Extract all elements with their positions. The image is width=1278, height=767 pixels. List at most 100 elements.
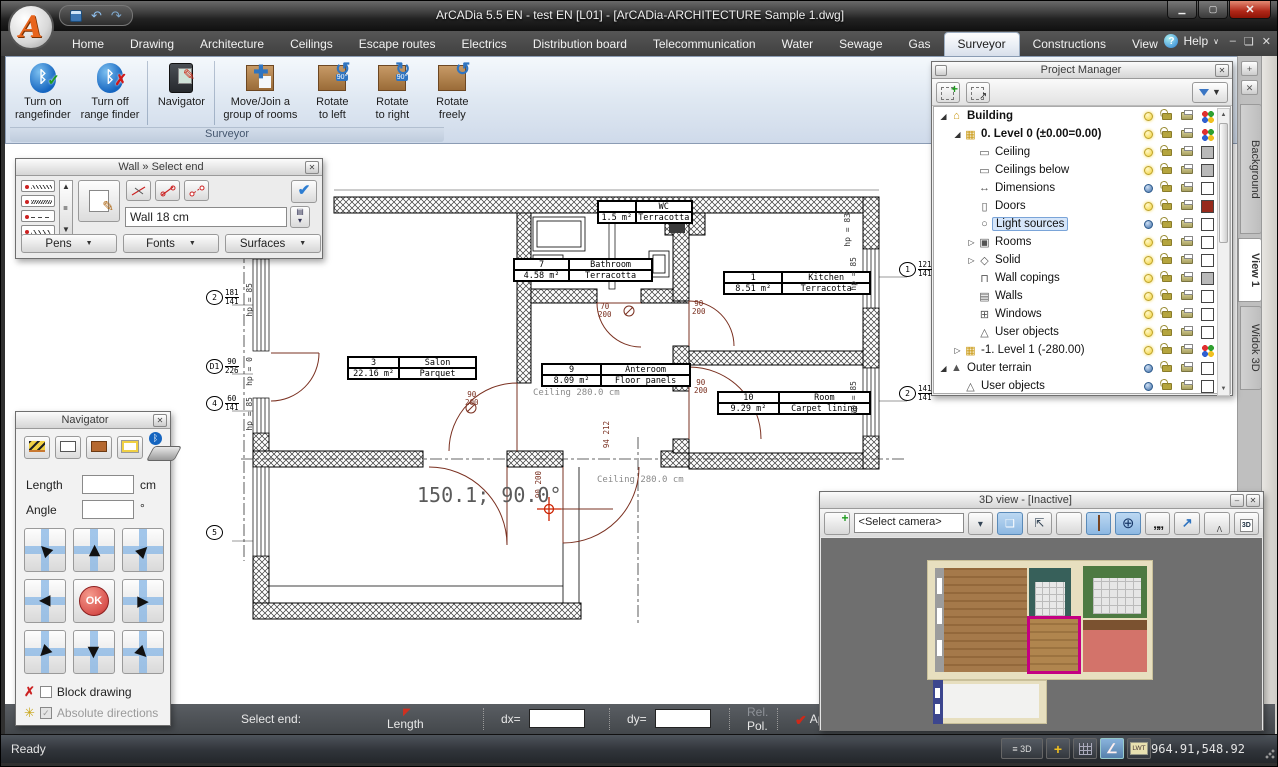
tab-constructions[interactable]: Constructions bbox=[1020, 33, 1119, 56]
rotate-button[interactable]: Rotate to left bbox=[302, 59, 362, 127]
lock-icon[interactable] bbox=[1162, 185, 1172, 192]
turn-off-button[interactable]: Turn off range finder bbox=[76, 59, 145, 127]
printer-icon[interactable] bbox=[1181, 148, 1193, 156]
lock-icon[interactable] bbox=[1162, 113, 1172, 120]
printer-icon[interactable] bbox=[1181, 346, 1193, 354]
collapsed-icon[interactable]: ▷ bbox=[966, 256, 977, 265]
tree-row-outer-terrain[interactable]: ◢▲Outer terrain bbox=[934, 359, 1230, 377]
lock-icon[interactable] bbox=[1162, 257, 1172, 264]
arrow-down-button[interactable]: ▶ bbox=[73, 630, 115, 674]
pan-button[interactable] bbox=[997, 512, 1023, 535]
resize-grip[interactable] bbox=[1264, 748, 1276, 760]
style-spinner[interactable]: ▲≣▼ bbox=[59, 180, 73, 236]
walk-button[interactable] bbox=[1145, 512, 1171, 535]
tab-water[interactable]: Water bbox=[769, 33, 827, 56]
tree-row-user-objects[interactable]: △User objects bbox=[934, 377, 1230, 394]
fonts-dropdown[interactable]: Fonts▼ bbox=[123, 234, 219, 253]
visibility-bulb-icon[interactable] bbox=[1144, 292, 1153, 301]
lock-icon[interactable] bbox=[1162, 221, 1172, 228]
zoomline-button[interactable] bbox=[1027, 512, 1053, 535]
lock-icon[interactable] bbox=[1162, 167, 1172, 174]
visibility-bulb-icon[interactable] bbox=[1144, 166, 1153, 175]
tree-row-windows[interactable]: ⊞Windows bbox=[934, 305, 1230, 323]
trim-tool-button[interactable] bbox=[126, 180, 151, 201]
panel-menu-icon[interactable] bbox=[935, 65, 947, 76]
layer-color-box[interactable] bbox=[1201, 218, 1214, 231]
redo-icon[interactable]: ↷ bbox=[111, 9, 122, 22]
lwt-toggle[interactable] bbox=[1127, 738, 1151, 759]
angle-toggle[interactable] bbox=[1100, 738, 1124, 759]
close-icon[interactable]: ✕ bbox=[305, 161, 319, 174]
printer-icon[interactable] bbox=[1181, 238, 1193, 246]
visibility-bulb-icon[interactable] bbox=[1144, 220, 1153, 229]
arrow-up-right-button[interactable]: ▶ bbox=[122, 528, 164, 572]
arrow-up-left-button[interactable]: ▶ bbox=[24, 528, 66, 572]
tab-gas[interactable]: Gas bbox=[896, 33, 944, 56]
colors-button[interactable] bbox=[1056, 512, 1082, 535]
segment-tool-button[interactable] bbox=[184, 180, 209, 201]
rel-button[interactable]: Rel. bbox=[747, 705, 768, 719]
tab-sewage[interactable]: Sewage bbox=[826, 33, 895, 56]
printer-icon[interactable] bbox=[1181, 328, 1193, 336]
dy-input[interactable] bbox=[655, 709, 711, 728]
doc-close-icon[interactable]: ✕ bbox=[1262, 35, 1271, 48]
lock-icon[interactable] bbox=[1162, 311, 1172, 318]
grid-toggle[interactable] bbox=[1073, 738, 1097, 759]
layer-color-box[interactable] bbox=[1201, 362, 1214, 375]
printer-icon[interactable] bbox=[1181, 112, 1193, 120]
printer-icon[interactable] bbox=[1181, 202, 1193, 210]
visibility-bulb-icon[interactable] bbox=[1144, 274, 1153, 283]
expanded-icon[interactable]: ◢ bbox=[938, 112, 949, 121]
view-tab-background[interactable]: Background bbox=[1240, 104, 1262, 234]
turn-on-button[interactable]: Turn on rangefinder bbox=[10, 59, 76, 127]
arrow-down-right-button[interactable]: ▶ bbox=[122, 630, 164, 674]
window-tool-button[interactable] bbox=[55, 436, 81, 459]
lock-icon[interactable] bbox=[1162, 293, 1172, 300]
room-tool-button[interactable] bbox=[117, 436, 143, 459]
spin-button[interactable] bbox=[968, 512, 994, 535]
minimize-icon[interactable]: – bbox=[1230, 494, 1244, 507]
printer-icon[interactable] bbox=[1181, 184, 1193, 192]
layer-color-box[interactable] bbox=[1201, 254, 1214, 267]
arrow-right-button[interactable]: ▶ bbox=[122, 579, 164, 623]
extend-tool-button[interactable] bbox=[155, 180, 180, 201]
pol-button[interactable]: Pol. bbox=[747, 719, 768, 733]
layer-color-box[interactable] bbox=[1201, 200, 1214, 213]
close-icon[interactable]: ✕ bbox=[1215, 64, 1229, 77]
help-menu[interactable]: ? Help ∨ bbox=[1164, 34, 1219, 48]
tab-view[interactable]: View bbox=[1119, 33, 1171, 56]
layer-color-box[interactable] bbox=[1201, 236, 1214, 249]
visibility-bulb-icon[interactable] bbox=[1144, 328, 1153, 337]
save-icon[interactable] bbox=[70, 10, 82, 22]
visibility-bulb-icon[interactable] bbox=[1144, 112, 1153, 121]
printer-icon[interactable] bbox=[1181, 130, 1193, 138]
tree-row-building[interactable]: ◢⌂Building bbox=[934, 107, 1230, 125]
dx-input[interactable] bbox=[529, 709, 585, 728]
view3d-viewport[interactable] bbox=[821, 538, 1262, 730]
wall-type-picker-button[interactable]: ▤▾ bbox=[290, 206, 310, 228]
visibility-bulb-icon[interactable] bbox=[1144, 346, 1153, 355]
visibility-bulb-icon[interactable] bbox=[1144, 148, 1153, 157]
expanded-icon[interactable]: ◢ bbox=[938, 364, 949, 373]
add-element-button[interactable] bbox=[936, 82, 960, 103]
printer-icon[interactable] bbox=[1181, 220, 1193, 228]
lock-icon[interactable] bbox=[1162, 329, 1172, 336]
tree-row-1-level-1-280-00[interactable]: ▷▦-1. Level 1 (-280.00) bbox=[934, 341, 1230, 359]
lock-icon[interactable] bbox=[1162, 131, 1172, 138]
layer-color-box[interactable] bbox=[1201, 308, 1214, 321]
layer-color-box[interactable] bbox=[1201, 146, 1214, 159]
palette-icon[interactable] bbox=[1201, 344, 1214, 357]
scroll-up-icon[interactable]: ▲ bbox=[1218, 109, 1229, 121]
tab-drawing[interactable]: Drawing bbox=[117, 33, 187, 56]
tree-row-light-sources[interactable]: ○Light sources bbox=[934, 215, 1230, 233]
collapsed-icon[interactable]: ▷ bbox=[966, 238, 977, 247]
line-style-dash-button[interactable] bbox=[21, 210, 55, 222]
doc3d-button[interactable] bbox=[1234, 512, 1260, 535]
close-icon[interactable]: ✕ bbox=[1246, 494, 1260, 507]
door-tool-button[interactable] bbox=[86, 436, 112, 459]
tab-telecommunication[interactable]: Telecommunication bbox=[640, 33, 769, 56]
app-logo[interactable]: A bbox=[8, 4, 54, 50]
layer-color-box[interactable] bbox=[1201, 164, 1214, 177]
scrollbar-thumb[interactable] bbox=[1219, 123, 1228, 243]
view-tab-widok-3d[interactable]: Widok 3D bbox=[1240, 306, 1262, 390]
